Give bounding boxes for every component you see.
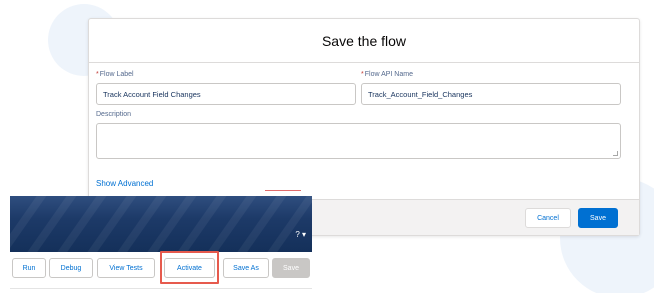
description-textarea[interactable] (96, 123, 621, 159)
annotation-underline (265, 190, 301, 191)
toolbar-header: ? ▾ (10, 196, 312, 252)
description-label: Description (96, 111, 132, 118)
divider (10, 288, 312, 289)
flow-api-name-label: *Flow API Name (361, 71, 413, 78)
modal-header: Save the flow (89, 19, 639, 63)
modal-title: Save the flow (321, 32, 407, 49)
show-advanced-link[interactable]: Show Advanced (96, 179, 153, 188)
flow-label-label: *Flow Label (96, 71, 134, 78)
flow-label-input[interactable]: Track Account Field Changes (96, 83, 356, 105)
cancel-button[interactable]: Cancel (525, 208, 571, 228)
view-tests-button[interactable]: View Tests (97, 258, 155, 278)
resize-grip-icon[interactable] (613, 151, 618, 156)
debug-button[interactable]: Debug (49, 258, 93, 278)
save-as-button[interactable]: Save As (223, 258, 269, 278)
save-button[interactable]: Save (578, 208, 618, 228)
help-menu-icon[interactable]: ? ▾ (295, 230, 306, 239)
flow-builder-toolbar: ? ▾ Run Debug View Tests Activate Save A… (10, 196, 312, 293)
toolbar-save-button[interactable]: Save (272, 258, 310, 278)
required-marker: * (96, 71, 99, 78)
run-button[interactable]: Run (12, 258, 46, 278)
required-marker: * (361, 71, 364, 78)
flow-api-name-input[interactable]: Track_Account_Field_Changes (361, 83, 621, 105)
activate-highlight-box (160, 251, 219, 284)
